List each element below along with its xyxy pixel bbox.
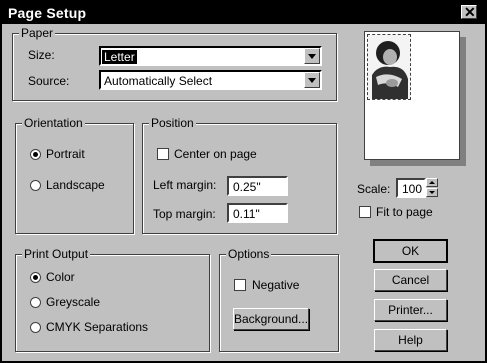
dropdown-arrow-icon[interactable] [304,48,320,64]
left-margin-value: 0.25" [233,180,261,194]
spin-down-icon[interactable] [426,188,438,197]
close-icon: ✕ [464,4,476,20]
greyscale-label[interactable]: Greyscale [46,295,100,309]
cancel-button[interactable]: Cancel [374,269,447,291]
paper-group-label: Paper [19,26,56,40]
source-label: Source: [28,74,70,88]
print-output-group: Print Output [15,247,210,352]
top-margin-value: 0.11" [233,207,260,221]
negative-label[interactable]: Negative [252,278,299,292]
page-setup-dialog: Page Setup ✕ Paper Size: Letter Source: … [0,0,487,363]
left-margin-label: Left margin: [153,178,217,192]
landscape-label[interactable]: Landscape [46,178,105,192]
ok-button[interactable]: OK [373,239,448,263]
cmyk-separations-label[interactable]: CMYK Separations [46,320,148,334]
negative-checkbox[interactable] [234,279,246,291]
fit-to-page-checkbox[interactable] [359,206,371,218]
source-value: Automatically Select [104,74,213,88]
scale-label: Scale: [357,182,391,196]
background-button[interactable]: Background... [233,308,309,330]
dropdown-arrow-icon[interactable] [304,72,320,88]
center-on-page-checkbox[interactable] [157,148,169,160]
options-group: Options [219,247,339,352]
scale-value: 100 [402,182,423,196]
scale-spinner[interactable] [426,178,438,198]
options-group-label: Options [226,247,272,261]
top-margin-label: Top margin: [153,207,216,221]
landscape-radio[interactable] [30,180,41,191]
size-select[interactable]: Letter [99,46,322,66]
preview-image [367,34,411,100]
color-radio[interactable] [30,272,41,283]
printer-button-label: Printer... [388,303,433,317]
greyscale-radio[interactable] [30,297,41,308]
help-button-label: Help [398,333,423,347]
photo-thumbnail-icon [368,35,410,99]
orientation-group-label: Orientation [22,116,85,130]
paper-group: Paper [12,26,337,101]
top-margin-input[interactable]: 0.11" [227,203,288,223]
ok-button-label: OK [401,244,420,258]
position-group-label: Position [149,116,196,130]
print-output-group-label: Print Output [22,247,91,261]
fit-to-page-label[interactable]: Fit to page [376,205,433,219]
help-button[interactable]: Help [374,329,447,351]
size-value: Letter [102,50,137,64]
portrait-radio[interactable] [30,149,41,160]
cmyk-separations-radio[interactable] [30,322,41,333]
left-margin-input[interactable]: 0.25" [227,176,288,196]
cancel-button-label: Cancel [391,273,430,287]
dialog-title: Page Setup [8,5,87,21]
spin-up-icon[interactable] [426,178,438,187]
size-label: Size: [28,48,55,62]
close-button[interactable]: ✕ [461,4,477,20]
printer-button[interactable]: Printer... [374,299,447,321]
center-on-page-label[interactable]: Center on page [174,147,257,161]
color-label[interactable]: Color [46,270,75,284]
background-button-label: Background... [234,312,309,326]
scale-input[interactable]: 100 [396,178,426,198]
source-select[interactable]: Automatically Select [99,70,322,90]
portrait-label[interactable]: Portrait [46,147,85,161]
title-bar: Page Setup ✕ [2,2,485,24]
